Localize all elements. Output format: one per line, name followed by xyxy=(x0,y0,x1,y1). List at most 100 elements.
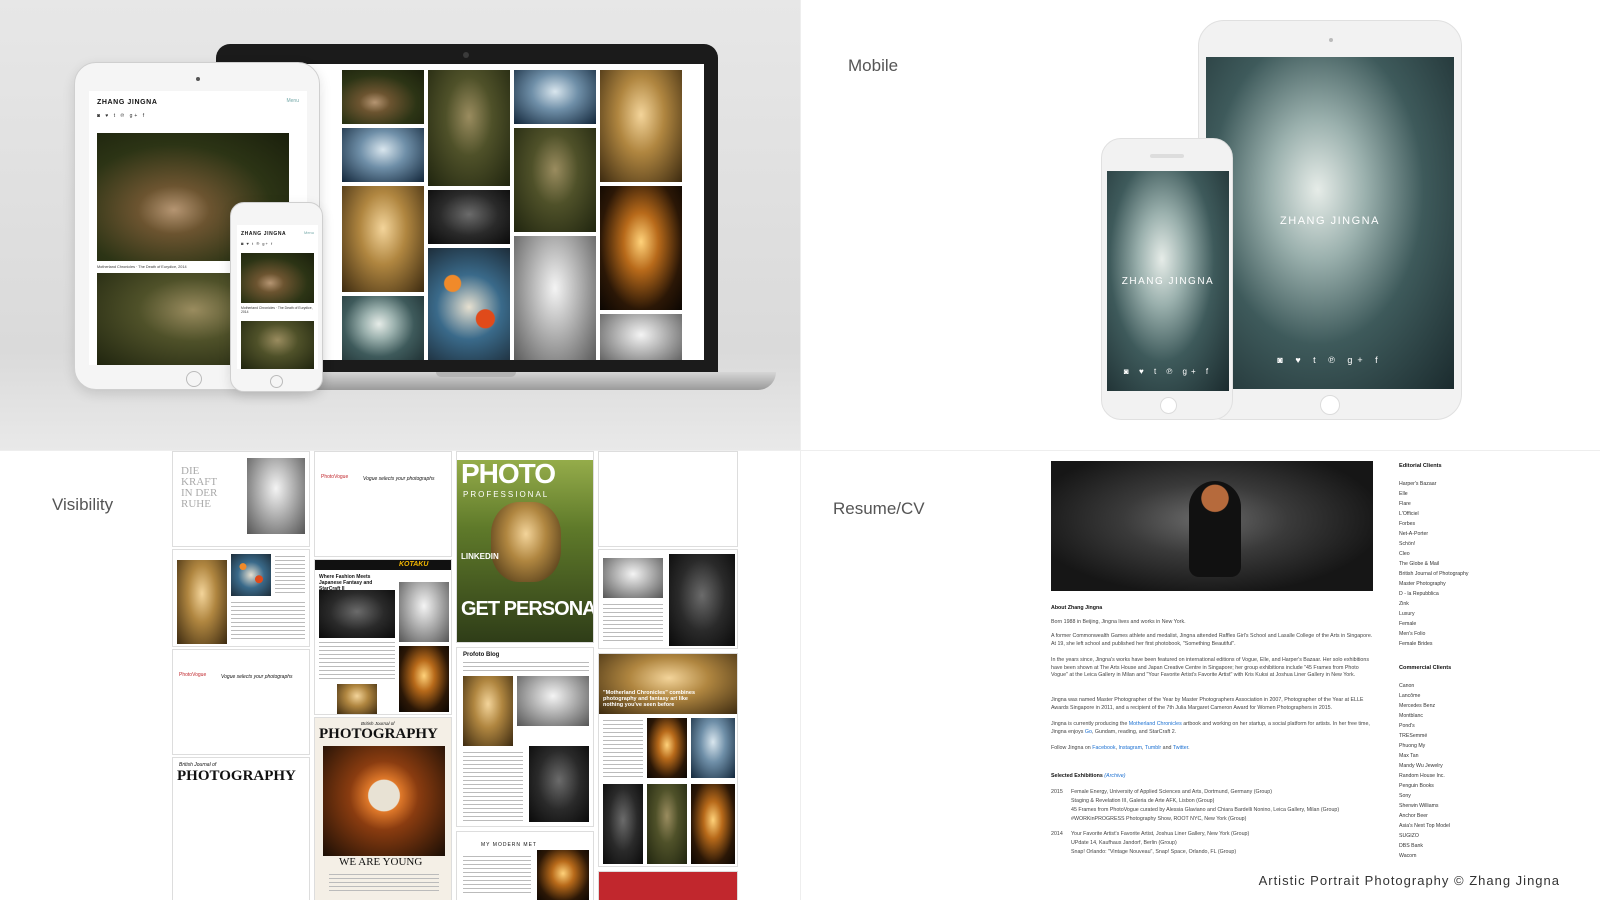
phone-home-button[interactable] xyxy=(1160,397,1177,414)
press-headline: DIE KRAFT IN DER RUHE xyxy=(181,465,218,510)
exhibition-item: Staging & Revelation III, Galeria de Art… xyxy=(1071,798,1215,804)
featured-photo[interactable] xyxy=(241,253,314,303)
profoto-blog-title: Profoto Blog xyxy=(463,652,500,658)
social-icons[interactable]: ◙ ♥ t ℗ g+ f xyxy=(97,113,146,119)
press-clipping[interactable] xyxy=(598,549,738,649)
social-icons[interactable]: ◙ ♥ t ℗ g+ f xyxy=(241,241,273,246)
press-text xyxy=(603,720,643,780)
press-clipping[interactable]: PHOTO PROFESSIONAL LINKEDIN GET PERSONAL xyxy=(456,451,594,643)
press-photo xyxy=(603,558,663,598)
tumblr-link[interactable]: Tumblr xyxy=(1145,745,1161,751)
instagram-link[interactable]: Instagram xyxy=(1118,745,1142,751)
press-photo xyxy=(529,746,589,822)
year-2014: 2014 xyxy=(1051,831,1063,837)
phone-home-button[interactable] xyxy=(270,375,283,388)
press-photo xyxy=(399,646,449,712)
commercial-clients-list: Canon Lancôme Mercedes Benz Montblanc Pond's… xyxy=(1399,681,1450,861)
year-2015: 2015 xyxy=(1051,789,1063,795)
gallery-photo[interactable] xyxy=(342,296,424,360)
gallery-photo[interactable] xyxy=(342,70,424,124)
client-item: TRESemmé xyxy=(1399,733,1428,739)
press-headline: WE ARE YOUNG xyxy=(339,856,423,868)
exhibition-item: UPdate 14, Kaufhaus Jandorf, Berlin (Gro… xyxy=(1071,840,1177,846)
press-clipping[interactable] xyxy=(598,871,738,900)
client-item: Phuong My xyxy=(1399,743,1426,749)
exhibition-item: Female Energy, University of Applied Sci… xyxy=(1071,789,1272,795)
press-clipping[interactable]: ONE STEP AT A TIME xyxy=(598,451,738,547)
gallery-photo[interactable] xyxy=(514,128,596,232)
press-clipping[interactable]: "Motherland Chronicles" combines photogr… xyxy=(598,653,738,867)
archive-link[interactable]: (Archive) xyxy=(1104,773,1125,779)
press-clipping[interactable]: KOTAKU Where Fashion Meets Japanese Fant… xyxy=(314,559,452,715)
gallery-photo[interactable] xyxy=(428,190,510,244)
professional-label: PROFESSIONAL xyxy=(463,490,550,499)
twitter-link[interactable]: Twitter xyxy=(1173,745,1188,751)
photo-magazine-logo: PHOTO xyxy=(461,458,556,489)
phone-splash-screen: ZHANG JINGNA ◙ ♥ t ℗ g+ f xyxy=(1107,171,1229,391)
client-item: Canon xyxy=(1399,683,1415,689)
press-photo xyxy=(337,684,377,714)
client-item: Zink xyxy=(1399,601,1409,607)
site-title[interactable]: ZHANG JINGNA xyxy=(241,231,286,237)
client-item: The Globe & Mail xyxy=(1399,561,1440,567)
press-text xyxy=(329,874,439,894)
splash-social-icons[interactable]: ◙ ♥ t ℗ g+ f xyxy=(1206,355,1454,365)
gallery-photo[interactable] xyxy=(514,236,596,360)
press-clipping[interactable]: British Journal of PHOTOGRAPHY WE ARE YO… xyxy=(314,717,452,900)
press-photo xyxy=(691,784,735,864)
photography-masthead: PHOTOGRAPHY xyxy=(319,726,438,742)
phone-mockup: ZHANG JINGNA Menu ◙ ♥ t ℗ g+ f Motherlan… xyxy=(230,202,323,392)
splash-social-icons[interactable]: ◙ ♥ t ℗ g+ f xyxy=(1107,367,1229,376)
go-link[interactable]: Go xyxy=(1085,729,1092,735)
gallery-photo[interactable] xyxy=(342,128,424,182)
gallery-photo[interactable] xyxy=(600,186,682,310)
gallery-photo[interactable] xyxy=(600,70,682,182)
facebook-link[interactable]: Facebook xyxy=(1092,745,1115,751)
client-item: Mandy Wu Jewelry xyxy=(1399,763,1443,769)
press-clipping[interactable]: DIE KRAFT IN DER RUHE xyxy=(172,451,310,547)
phone-speaker xyxy=(1150,154,1184,158)
menu-link[interactable]: Menu xyxy=(304,230,314,235)
tablet-home-button[interactable] xyxy=(1320,395,1340,415)
tablet-home-button[interactable] xyxy=(186,371,202,387)
site-title[interactable]: ZHANG JINGNA xyxy=(97,99,157,106)
client-item: Wacom xyxy=(1399,853,1417,859)
press-tagline: Vogue selects your photographs xyxy=(361,476,437,482)
press-clipping[interactable]: VOGUE PhotoVogue Vogue selects your phot… xyxy=(314,451,452,557)
client-item: Forbes xyxy=(1399,521,1416,527)
press-clipping[interactable] xyxy=(172,549,310,647)
gallery-photo[interactable] xyxy=(428,248,510,360)
gallery-photo[interactable] xyxy=(428,70,510,186)
client-item: Sony xyxy=(1399,793,1411,799)
press-photo xyxy=(647,784,687,864)
press-text xyxy=(275,556,305,596)
press-text xyxy=(603,604,663,644)
press-photo xyxy=(247,458,305,534)
press-clipping[interactable]: MY MODERN MET xyxy=(456,831,594,900)
photo-mosaic xyxy=(342,70,682,360)
client-item: Cleo xyxy=(1399,551,1410,557)
press-clipping[interactable]: Profoto Blog xyxy=(456,647,594,827)
photo-caption: Motherland Chronicles · The Death of Eur… xyxy=(241,306,313,314)
gallery-photo[interactable] xyxy=(342,186,424,292)
phone-screen: ZHANG JINGNA Menu ◙ ♥ t ℗ g+ f Motherlan… xyxy=(237,225,318,369)
featured-photo[interactable] xyxy=(241,321,314,369)
gallery-photo[interactable] xyxy=(514,70,596,124)
splash-title: ZHANG JINGNA xyxy=(1121,276,1215,287)
press-photo xyxy=(537,850,589,900)
portrait-figure xyxy=(1189,481,1241,577)
press-clipping[interactable]: British Journal of PHOTOGRAPHY xyxy=(172,757,310,900)
about-paragraph: Jingna is currently producing the Mother… xyxy=(1051,721,1370,735)
press-text xyxy=(463,856,531,896)
motherland-link[interactable]: Motherland Chronicles xyxy=(1129,721,1182,727)
client-item: Mercedes Benz xyxy=(1399,703,1436,709)
menu-link[interactable]: Menu xyxy=(286,98,299,104)
editorial-clients-list: Harper's Bazaar Elle Flare L'Officiel Forbes… xyxy=(1399,479,1469,649)
press-clipping[interactable]: VOGUE PhotoVogue Vogue selects your phot… xyxy=(172,649,310,755)
client-item: Master Photography xyxy=(1399,581,1446,587)
client-item: Female Brides xyxy=(1399,641,1433,647)
exhibitions-heading: Selected Exhibitions (Archive) xyxy=(1051,773,1126,779)
press-photo xyxy=(463,676,513,746)
photo-caption: Motherland Chronicles · The Death of Eur… xyxy=(97,265,187,269)
gallery-photo[interactable] xyxy=(600,314,682,360)
